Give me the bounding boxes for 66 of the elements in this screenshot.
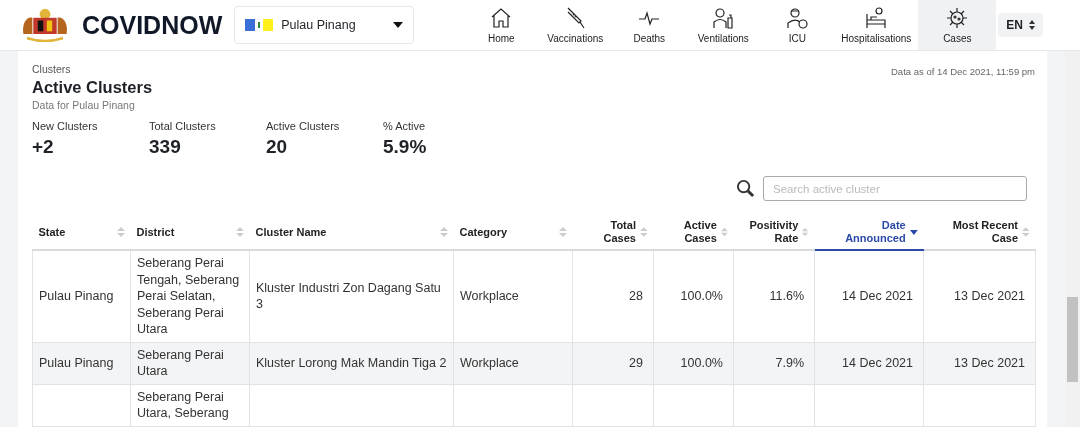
nav-tab[interactable]: Deaths xyxy=(612,0,687,50)
column-header[interactable]: Total Cases xyxy=(572,215,654,250)
nav-tab[interactable]: Cases xyxy=(918,0,997,50)
sort-icon xyxy=(802,226,809,238)
table-cell: 29 xyxy=(572,342,654,384)
table-cell: 14 Dec 2021 xyxy=(814,250,924,342)
table-cell: 100.0% xyxy=(653,342,734,384)
section-label: Clusters xyxy=(32,63,72,75)
brand-name: COVIDNOW xyxy=(82,10,223,40)
table-cell: 14 Dec 2021 xyxy=(814,342,924,384)
language-select[interactable]: EN xyxy=(998,13,1043,37)
column-header[interactable]: State xyxy=(32,215,131,250)
flag-icon xyxy=(245,19,274,31)
table-cell: 28 xyxy=(572,250,654,342)
table-cell: Kluster Industri Zon Dagang Satu 3 xyxy=(249,250,454,342)
table-cell: Seberang Perai Utara xyxy=(130,342,250,384)
nav-tab[interactable]: Hospitalisations xyxy=(834,0,919,50)
stat-value: 20 xyxy=(266,136,289,158)
search-icon xyxy=(736,179,755,198)
sort-icon xyxy=(639,226,648,238)
state-select[interactable]: Pulau Pinang xyxy=(234,6,415,44)
table-cell: Pulau Pinang xyxy=(32,250,131,342)
column-header[interactable]: Active Cases xyxy=(653,215,734,250)
table-cell: 100.0% xyxy=(653,250,734,342)
scrollbar-thumb[interactable] xyxy=(1067,297,1078,382)
search-field[interactable]: Search active cluster xyxy=(763,176,1027,201)
stat-label: New Clusters xyxy=(32,120,99,132)
sort-icon xyxy=(439,226,448,238)
stat-label: % Active xyxy=(383,120,427,132)
nav-tab[interactable]: ICU xyxy=(760,0,835,50)
nav-tab[interactable]: Ventilations xyxy=(686,0,761,50)
sort-icon xyxy=(558,226,567,238)
stat-label: Active Clusters xyxy=(266,120,341,132)
updated-time: Data as of 14 Dec 2021, 11:59 pm xyxy=(891,66,1035,79)
table-cell: Seberang Perai Utara, Seberang xyxy=(130,384,250,426)
section-title: Active Clusters xyxy=(32,78,153,97)
sort-icon xyxy=(116,226,125,238)
table-cell: Kluster Lorong Mak Mandin Tiga 2 xyxy=(249,342,454,384)
sort-icon xyxy=(235,226,244,238)
table-cell: 13 Dec 2021 xyxy=(923,342,1036,384)
stat-value: 339 xyxy=(149,136,182,158)
stat-value: 5.9% xyxy=(383,136,428,158)
stat-value: +2 xyxy=(32,136,55,158)
sort-icon xyxy=(1022,226,1030,238)
table-cell: 7.9% xyxy=(733,342,815,384)
doctor-icon xyxy=(784,6,811,30)
column-header[interactable]: Cluster Name xyxy=(249,215,454,250)
caret-icon xyxy=(393,22,404,28)
section-subtitle: Data for Pulau Pinang xyxy=(32,99,136,111)
sort-icon xyxy=(720,226,728,238)
nav-tab[interactable]: Home xyxy=(464,0,539,50)
stat-label: Total Clusters xyxy=(149,120,217,132)
table-cell: Workplace xyxy=(453,342,573,384)
sort-descending-icon xyxy=(909,229,918,235)
table-cell: Pulau Pinang xyxy=(32,342,131,384)
updown-icon xyxy=(1029,20,1035,30)
column-header[interactable]: Most Recent Case xyxy=(923,215,1036,250)
column-header[interactable]: Category xyxy=(453,215,573,250)
table-cell: Workplace xyxy=(453,250,573,342)
table-cell: 11.6% xyxy=(733,250,815,342)
nav-tab[interactable]: Vaccinations xyxy=(538,0,613,50)
table-cell: Seberang Perai Tengah, Seberang Perai Selatan, Seberang Perai Utara xyxy=(130,250,250,342)
column-header[interactable]: District xyxy=(130,215,250,250)
table-cell: 13 Dec 2021 xyxy=(923,250,1036,342)
column-header[interactable]: Date Announced xyxy=(814,215,924,250)
column-header[interactable]: Positivity Rate xyxy=(733,215,815,250)
